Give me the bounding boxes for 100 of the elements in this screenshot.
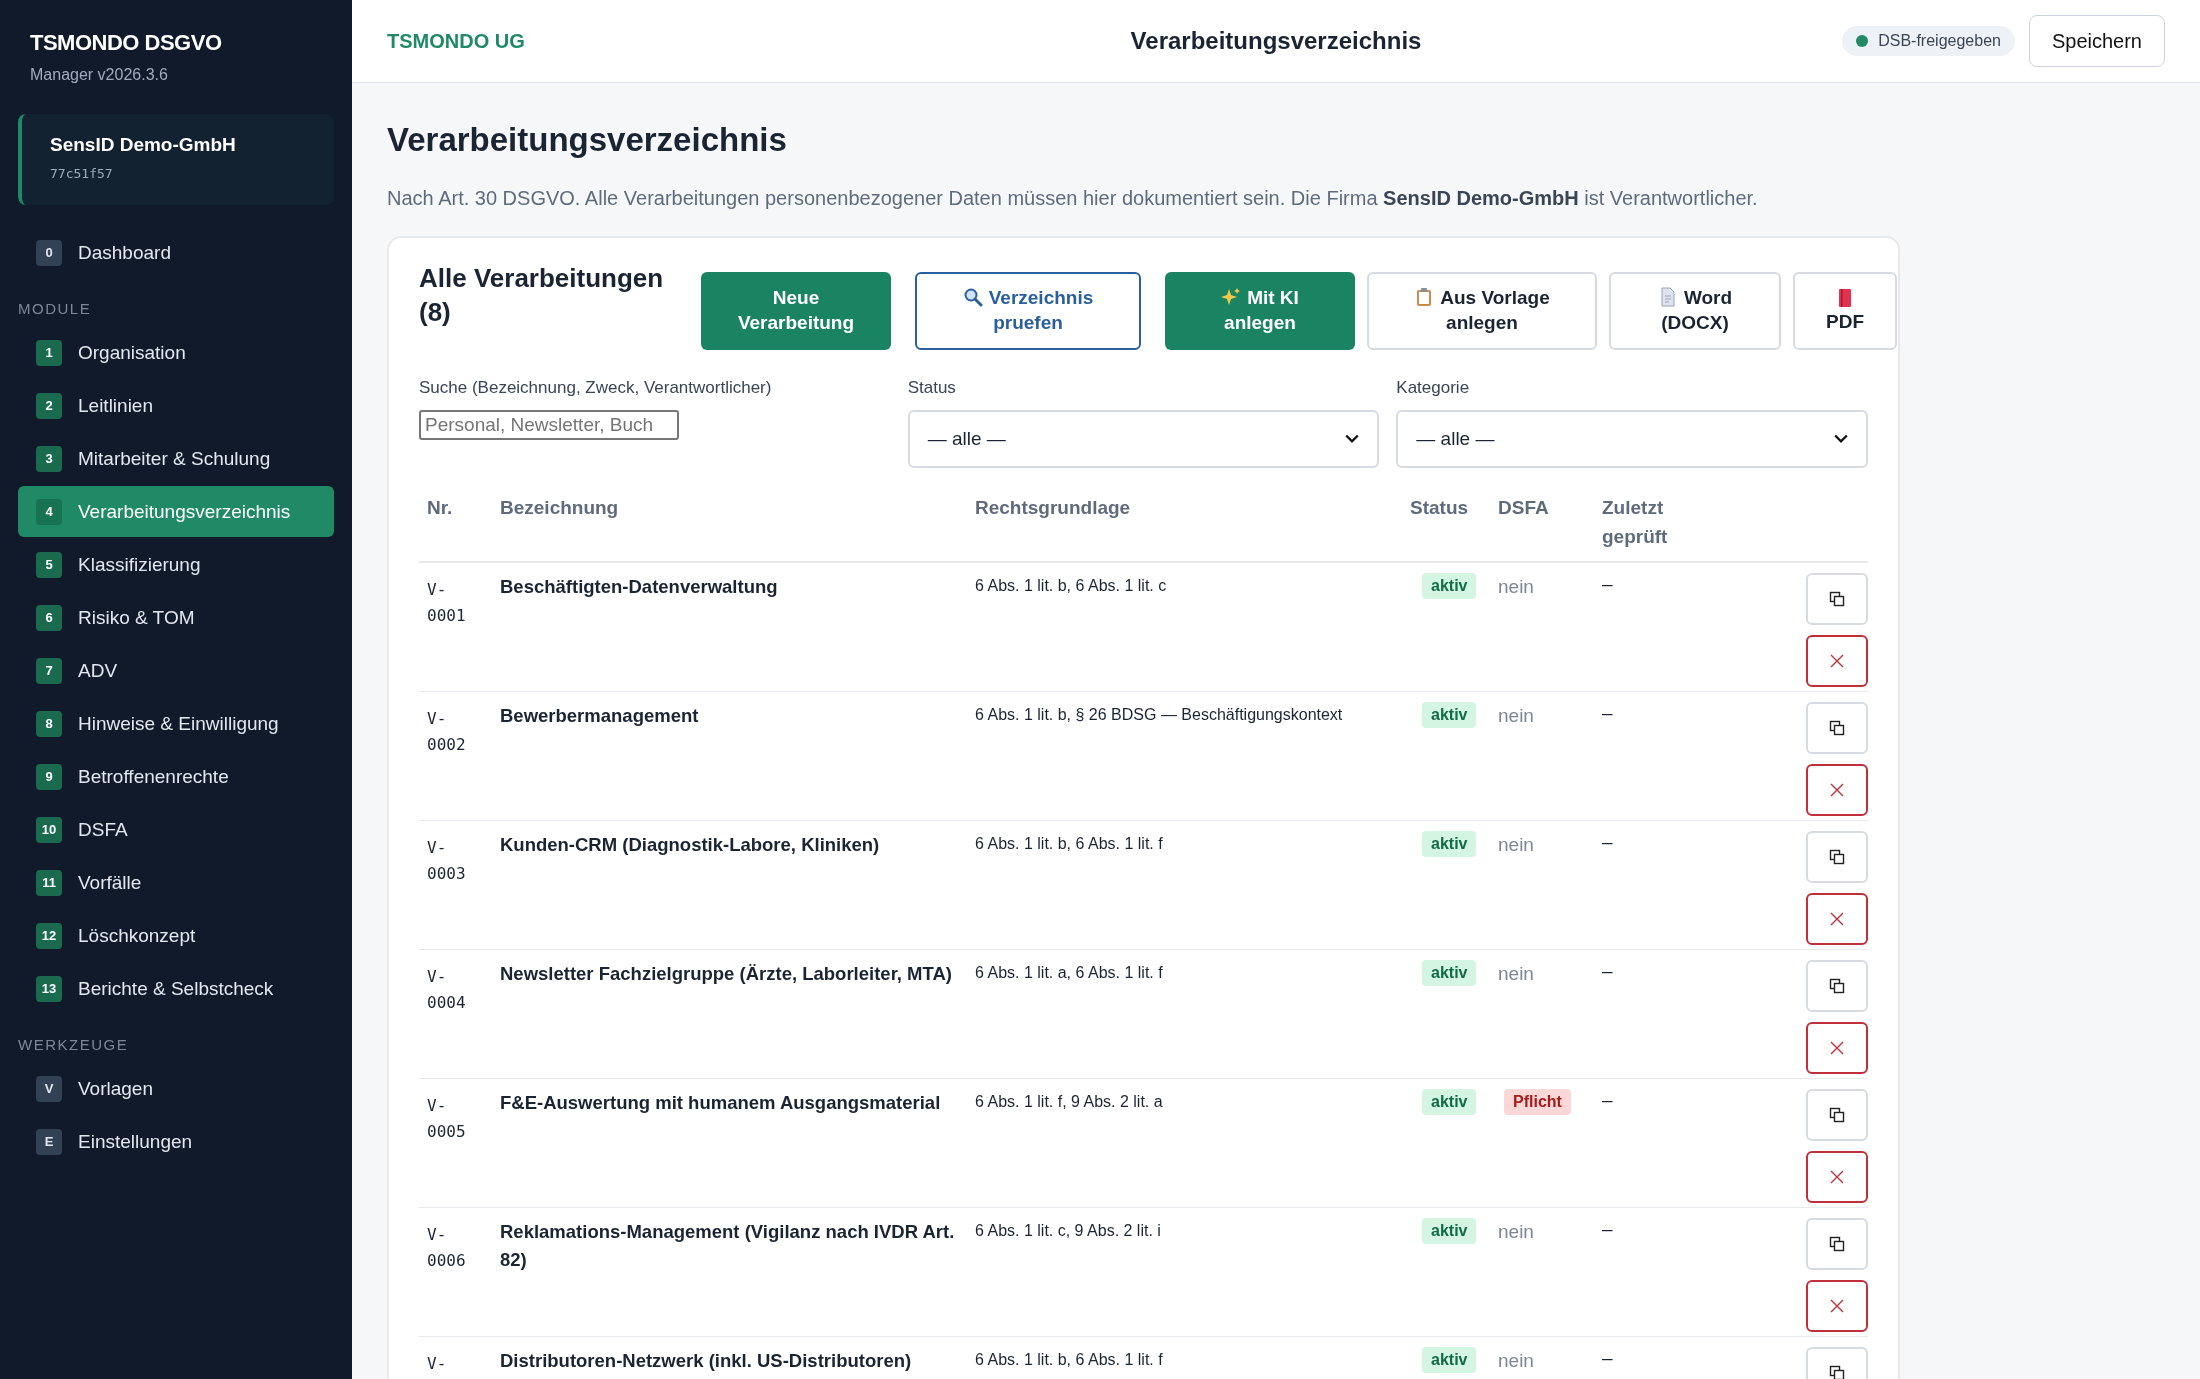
sidebar-item[interactable]: E Einstellungen bbox=[18, 1116, 334, 1167]
column-header: Bezeichnung bbox=[499, 496, 620, 520]
save-button[interactable]: Speichern bbox=[2028, 15, 2165, 67]
sidebar-item[interactable]: 1 Organisation bbox=[18, 327, 334, 378]
action-button[interactable]: Word (DOCX) bbox=[1609, 272, 1781, 350]
dsfa-value: Pflicht bbox=[1504, 1089, 1571, 1115]
column-header: Rechtsgrundlage bbox=[974, 496, 1132, 520]
status-badge: aktiv bbox=[1422, 831, 1477, 857]
copy-icon bbox=[1829, 1236, 1845, 1252]
chevron-icon bbox=[1834, 434, 1848, 444]
sidebar-item[interactable]: 6 Risiko & TOM bbox=[18, 592, 334, 643]
copy-icon bbox=[1829, 720, 1845, 736]
status-badge: aktiv bbox=[1422, 1347, 1477, 1373]
sidebar-item[interactable]: 7 ADV bbox=[18, 645, 334, 696]
sidebar-item[interactable]: 3 Mitarbeiter & Schulung bbox=[18, 433, 334, 484]
number-badge: 8 bbox=[36, 710, 62, 737]
status-badge: aktiv bbox=[1422, 1089, 1477, 1115]
legal-basis-cell-text: 6 Abs. 1 lit. b, 6 Abs. 1 lit. f bbox=[974, 834, 1164, 854]
delete-button[interactable] bbox=[1806, 764, 1868, 816]
column-header: Nr. bbox=[426, 496, 454, 520]
tenant-id: 77c51f57 bbox=[50, 166, 114, 181]
number-badge: 10 bbox=[36, 816, 62, 843]
action-button[interactable]: Mit KI anlegen bbox=[1165, 272, 1355, 350]
status-badge: aktiv bbox=[1422, 702, 1477, 728]
company-name: TSMONDO UG bbox=[387, 29, 525, 53]
app-version: Manager v2026.3.6 bbox=[29, 66, 169, 84]
number-badge: 13 bbox=[36, 975, 62, 1002]
number-cell-text: V-0002 bbox=[426, 708, 467, 756]
category-dropdown[interactable]: — alle — bbox=[1396, 410, 1868, 468]
last-checked-cell-text: – bbox=[1601, 1347, 1614, 1370]
name-cell-text: Kunden-CRM (Diagnostik-Labore, Kliniken) bbox=[499, 833, 881, 857]
legal-basis-cell-text: 6 Abs. 1 lit. a, 6 Abs. 1 lit. f bbox=[974, 963, 1164, 983]
last-checked-cell-text: – bbox=[1601, 702, 1614, 725]
last-checked-cell-text: – bbox=[1601, 1089, 1614, 1112]
sidebar-item[interactable]: 13 Berichte & Selbstcheck bbox=[18, 963, 334, 1014]
delete-button[interactable] bbox=[1806, 1151, 1868, 1203]
number-cell-text: V- bbox=[426, 1353, 448, 1375]
name-cell-text: Distributoren-Netzwerk (inkl. US-Distributoren) bbox=[499, 1349, 913, 1373]
legal-basis-cell-text: 6 Abs. 1 lit. b, 6 Abs. 1 lit. c bbox=[974, 576, 1168, 596]
status-pill: DSB-freigegeben bbox=[1842, 26, 2015, 56]
tenant-name: SensID Demo-GmbH bbox=[50, 134, 237, 156]
column-header: Status bbox=[1409, 496, 1470, 520]
field-label: Kategorie bbox=[1396, 378, 1471, 398]
chevron-icon bbox=[1345, 434, 1360, 444]
sidebar-item[interactable]: 11 Vorfälle bbox=[18, 857, 334, 908]
sidebar-item[interactable]: 8 Hinweise & Einwilligung bbox=[18, 698, 334, 749]
last-checked-cell-text: – bbox=[1601, 1218, 1614, 1241]
intro-text: Nach Art. 30 DSGVO. Alle Verarbeitungen personenbezogener Daten müssen hier dokumentiert sein. Die Firma SensID Demo-GmbH ist Verantwortlicher. bbox=[387, 187, 1759, 210]
close-icon bbox=[1829, 911, 1845, 927]
legal-basis-cell-text: 6 Abs. 1 lit. b, § 26 BDSG — Beschäftigungskontext bbox=[974, 705, 1344, 725]
action-button[interactable]: Aus Vorlage anlegen bbox=[1367, 272, 1597, 350]
delete-button[interactable] bbox=[1806, 635, 1868, 687]
sidebar-item[interactable]: 10 DSFA bbox=[18, 804, 334, 855]
dsfa-value: nein bbox=[1498, 704, 1534, 727]
number-badge: 5 bbox=[36, 551, 62, 578]
last-checked-cell-text: – bbox=[1601, 831, 1614, 854]
sidebar-item[interactable]: 0 Dashboard bbox=[18, 227, 334, 278]
number-cell-text: V-0004 bbox=[426, 966, 467, 1014]
tenant-card[interactable]: SensID Demo-GmbH 77c51f57 bbox=[18, 114, 334, 205]
number-cell-text: V-0003 bbox=[426, 837, 467, 885]
header-title: Verarbeitungsverzeichnis bbox=[1130, 27, 1422, 55]
delete-button[interactable] bbox=[1806, 1022, 1868, 1074]
number-badge: E bbox=[36, 1128, 62, 1155]
last-checked-cell-text: – bbox=[1601, 573, 1614, 596]
number-badge: 7 bbox=[36, 657, 62, 684]
sidebar-item[interactable]: 4 Verarbeitungsverzeichnis bbox=[18, 486, 334, 537]
sidebar-item[interactable]: 9 Betroffenenrechte bbox=[18, 751, 334, 802]
page-title: Verarbeitungsverzeichnis bbox=[387, 121, 788, 159]
status-dropdown[interactable]: — alle — bbox=[907, 410, 1380, 468]
delete-button[interactable] bbox=[1806, 1280, 1868, 1332]
last-checked-cell-text: – bbox=[1601, 960, 1614, 983]
app-title: TSMONDO DSGVO bbox=[29, 30, 223, 56]
legal-basis-cell-text: 6 Abs. 1 lit. f, 9 Abs. 2 lit. a bbox=[974, 1092, 1164, 1112]
number-cell-text: V-0006 bbox=[426, 1224, 467, 1272]
dsfa-value: nein bbox=[1498, 833, 1534, 856]
action-button[interactable]: Neue Verarbeitung bbox=[701, 272, 891, 350]
name-cell-text: Reklamations-Management (Vigilanz nach IVDR Art. 82) bbox=[499, 1220, 956, 1272]
action-button[interactable]: Verzeichnis pruefen bbox=[915, 272, 1141, 350]
number-badge: 11 bbox=[36, 869, 62, 896]
dsfa-value: nein bbox=[1498, 575, 1534, 598]
number-badge: 3 bbox=[36, 445, 62, 472]
status-badge: aktiv bbox=[1422, 1218, 1477, 1244]
delete-button[interactable] bbox=[1806, 893, 1868, 945]
sidebar-item[interactable]: 12 Löschkonzept bbox=[18, 910, 334, 961]
dsfa-value: nein bbox=[1498, 1349, 1534, 1372]
dsfa-value: nein bbox=[1498, 962, 1534, 985]
search-field[interactable]: Personal, Newsletter, Buch bbox=[419, 410, 679, 440]
close-icon bbox=[1829, 1298, 1845, 1314]
field-label: Status bbox=[907, 378, 957, 398]
status-badge: aktiv bbox=[1422, 960, 1477, 986]
copy-icon bbox=[1829, 1365, 1845, 1379]
number-cell-text: V-0005 bbox=[426, 1095, 467, 1143]
section-heading: MODULE bbox=[18, 300, 93, 317]
sidebar-item[interactable]: 2 Leitlinien bbox=[18, 380, 334, 431]
action-button[interactable]: PDF bbox=[1793, 272, 1897, 350]
card-title: Alle Verarbeitungen (8) bbox=[419, 262, 665, 329]
sidebar-item[interactable]: V Vorlagen bbox=[18, 1063, 334, 1114]
field-label: Suche (Bezeichnung, Zweck, Verantwortlicher) bbox=[419, 378, 773, 398]
sidebar-item[interactable]: 5 Klassifizierung bbox=[18, 539, 334, 590]
name-cell-text: F&E-Auswertung mit humanem Ausgangsmaterial bbox=[499, 1091, 942, 1115]
